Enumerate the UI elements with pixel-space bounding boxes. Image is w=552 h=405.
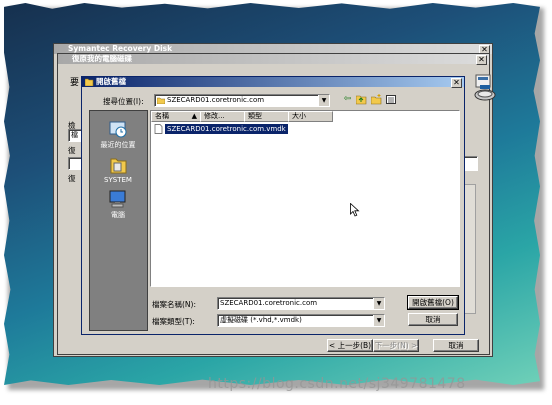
filetype-dropdown[interactable]: 虛擬磁碟 (*.vhd,*.vmdk) ▼ (217, 314, 385, 327)
place-system[interactable]: SYSTEM (92, 155, 144, 184)
new-folder-icon[interactable] (371, 94, 382, 105)
place-label: 電腦 (111, 211, 125, 219)
restore-close-button[interactable]: ✕ (476, 55, 487, 65)
restore-label-fragment: 復 (68, 174, 76, 183)
back-button[interactable]: < 上一步(B) (327, 339, 373, 352)
column-header-size[interactable]: 大小 (288, 111, 333, 122)
restore-label-fragment: 復 (68, 146, 76, 155)
mouse-cursor-icon (350, 203, 360, 217)
restore-label-fragment: 要 (70, 78, 80, 88)
column-header-name[interactable]: 名稱 ▲ (151, 111, 201, 122)
folder-icon (157, 97, 165, 104)
dialog-cancel-button[interactable]: 取消 (408, 313, 458, 326)
open-dialog-title: 開啟舊檔 (96, 77, 126, 86)
open-button[interactable]: 開啟舊檔(O) (407, 295, 459, 310)
filetype-value: 虛擬磁碟 (*.vhd,*.vmdk) (220, 316, 302, 324)
restore-title-bar: 復原我的電腦磁碟 (58, 54, 489, 64)
watermark-text: https://blog.csdn.net/sj349781478 (208, 376, 466, 392)
recent-places-icon (109, 121, 127, 138)
filename-label: 檔案名稱(N): (152, 300, 196, 309)
lookin-label: 搜尋位置(I): (103, 97, 144, 106)
filetype-label: 檔案類型(T): (152, 317, 195, 326)
back-arrow-icon[interactable]: ⇦ (342, 94, 353, 105)
place-recent[interactable]: 最近的位置 (92, 119, 144, 150)
open-dialog-title-bar: 開啟舊檔 (82, 77, 464, 87)
places-bar: 最近的位置 SYSTEM 電腦 (89, 110, 148, 331)
chevron-down-icon[interactable]: ▼ (373, 298, 384, 309)
next-button[interactable]: 下一步(N) > (373, 339, 419, 352)
place-label: 最近的位置 (100, 141, 136, 149)
file-icon (154, 124, 163, 134)
sort-up-icon: ▲ (191, 112, 197, 120)
open-dialog-close-button[interactable]: ✕ (451, 78, 462, 88)
filename-value: SZECARD01.coretronic.com (220, 299, 318, 307)
lookin-value: SZECARD01.coretronic.com (167, 96, 265, 104)
place-label: SYSTEM (104, 176, 132, 184)
restore-cancel-button[interactable]: 取消 (433, 339, 479, 352)
file-name: SZECARD01.coretronic.com.vmdk (164, 123, 289, 135)
symantec-title: Symantec Recovery Disk (68, 44, 173, 53)
column-header-type[interactable]: 類型 (244, 111, 289, 122)
view-menu-icon[interactable] (386, 94, 397, 105)
place-computer[interactable]: 電腦 (92, 189, 144, 220)
folder-icon (110, 158, 127, 174)
restore-title: 復原我的電腦磁碟 (72, 54, 132, 63)
disk-drive-icon (474, 74, 496, 101)
up-folder-icon[interactable] (356, 94, 367, 105)
chevron-down-icon[interactable]: ▼ (373, 315, 384, 326)
file-list[interactable]: 名稱 ▲ 修改... 類型 大小 SZECARD01.coretronic.co… (150, 110, 460, 287)
chevron-down-icon[interactable]: ▼ (318, 95, 329, 106)
lookin-dropdown[interactable]: SZECARD01.coretronic.com ▼ (154, 94, 330, 107)
computer-icon (109, 190, 126, 208)
column-header-modified[interactable]: 修改... (200, 111, 245, 122)
filename-input[interactable]: SZECARD01.coretronic.com ▼ (217, 297, 385, 310)
folder-open-icon (85, 78, 94, 86)
open-file-dialog: 開啟舊檔 ✕ 搜尋位置(I): SZECARD01.coretronic.com… (81, 76, 465, 335)
